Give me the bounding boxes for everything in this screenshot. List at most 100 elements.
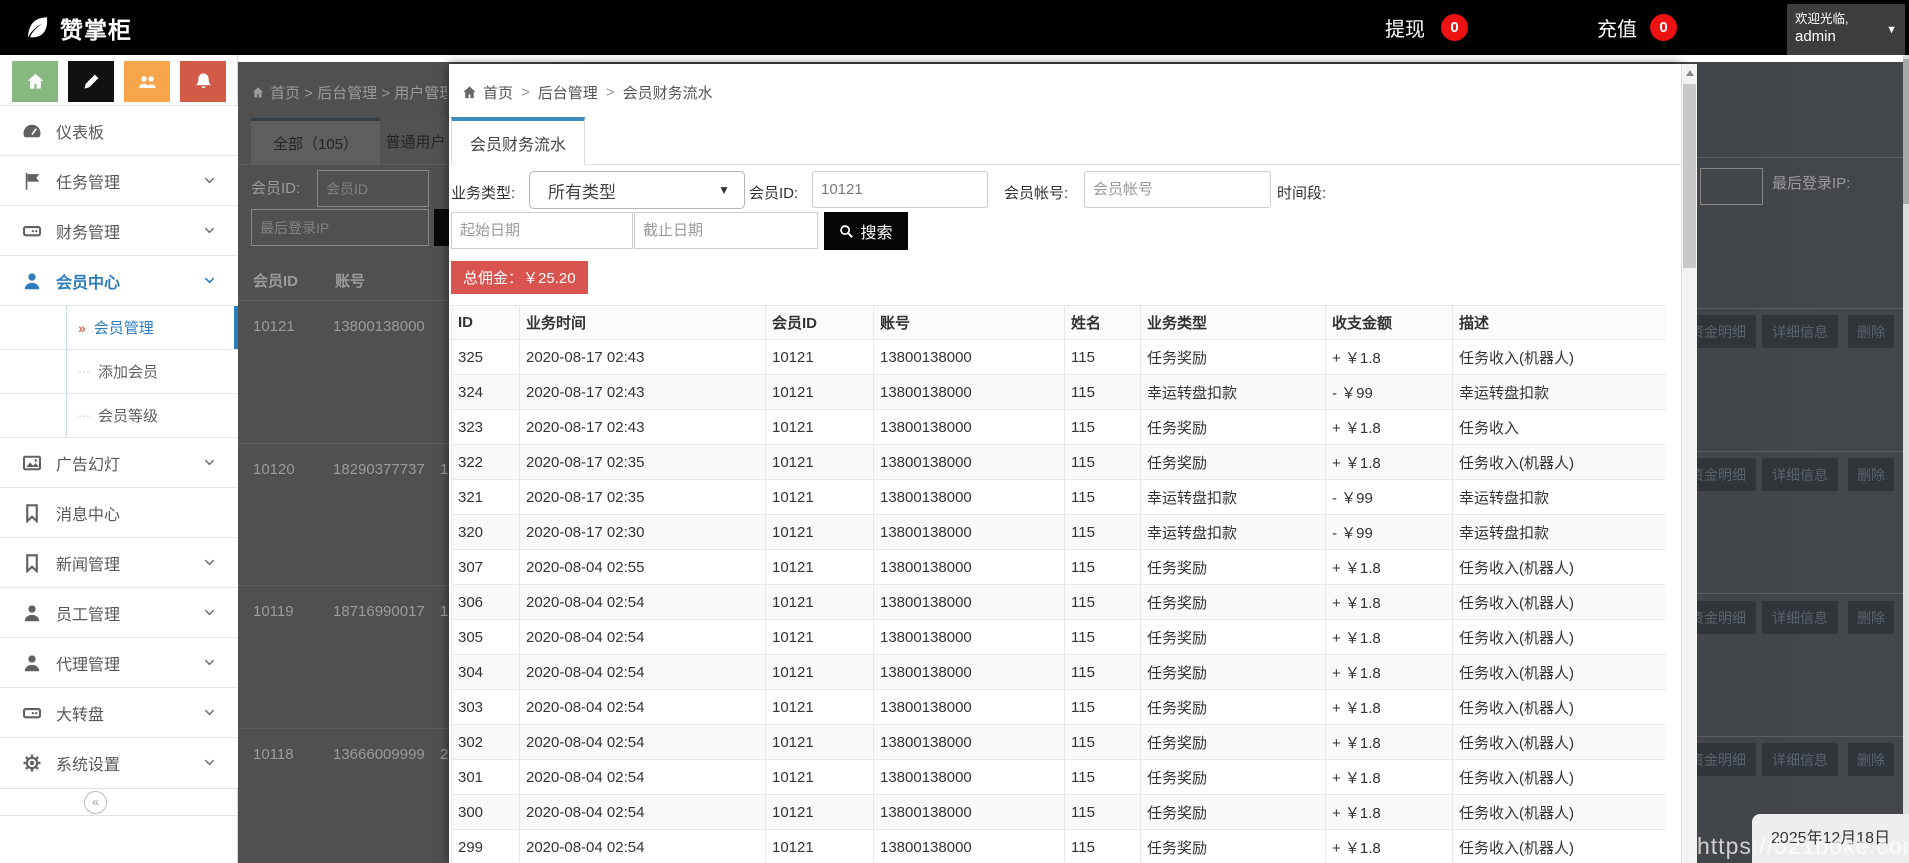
sidebar-item-大转盘[interactable]: 大转盘 — [0, 687, 238, 737]
table-cell: 2020-08-04 02:54 — [520, 585, 766, 620]
table-cell: 2020-08-04 02:54 — [520, 655, 766, 690]
table-cell: + ￥1.8 — [1326, 620, 1453, 655]
background-row-border — [1697, 451, 1903, 452]
page-scrollbar — [1903, 55, 1909, 863]
search-button[interactable]: 搜索 — [824, 212, 908, 250]
sidebar-item-新闻管理[interactable]: 新闻管理 — [0, 537, 238, 587]
table-cell: 13800138000 — [874, 410, 1065, 445]
modal-scrollbar-thumb[interactable] — [1683, 84, 1696, 268]
sidebar-item-会员中心[interactable]: 会员中心 — [0, 255, 238, 305]
home-icon — [26, 72, 45, 91]
table-cell: 10121 — [766, 585, 874, 620]
table-cell: 任务奖励 — [1141, 410, 1326, 445]
site-watermark: https://521boke.com — [1697, 833, 1909, 860]
table-cell: 115 — [1065, 445, 1141, 480]
table-cell: 299 — [452, 830, 520, 863]
chevron-down-icon — [203, 224, 216, 237]
member-finance-modal: 首页 > 后台管理 > 会员财务流水 会员财务流水 业务类型: 所有类型 ▼ 会… — [449, 64, 1681, 863]
table-cell: 302 — [452, 725, 520, 760]
sidebar-subitem-会员管理[interactable]: »会员管理 — [0, 305, 238, 349]
username: admin — [1795, 28, 1882, 47]
table-cell: 115 — [1065, 340, 1141, 375]
table-row: 3042020-08-04 02:541012113800138000115任务… — [452, 655, 1667, 690]
sidebar-item-消息中心[interactable]: 消息中心 — [0, 487, 238, 537]
shortcut-home-button[interactable] — [12, 61, 58, 102]
shortcut-bell-button[interactable] — [180, 61, 226, 102]
sidebar-collapse-button[interactable]: « — [84, 791, 107, 814]
caret-down-icon: ▼ — [1886, 24, 1897, 36]
shortcut-pencil-button[interactable] — [68, 61, 114, 102]
table-cell: 2020-08-17 02:43 — [520, 340, 766, 375]
chevron-down-icon — [203, 174, 216, 187]
sidebar-item-员工管理[interactable]: 员工管理 — [0, 587, 238, 637]
table-row: 2992020-08-04 02:541012113800138000115任务… — [452, 830, 1667, 863]
shortcut-users-button[interactable] — [124, 61, 170, 102]
table-cell: 2020-08-04 02:54 — [520, 760, 766, 795]
table-cell: 115 — [1065, 795, 1141, 830]
sidebar-item-任务管理[interactable]: 任务管理 — [0, 155, 238, 205]
sidebar-item-广告幻灯[interactable]: 广告幻灯 — [0, 437, 238, 487]
member-account-input[interactable] — [1084, 171, 1271, 208]
background-detail-info-button: 详细信息 — [1762, 601, 1838, 634]
table-cell: 320 — [452, 515, 520, 550]
sidebar-item-label: 大转盘 — [56, 701, 104, 725]
table-cell: 任务收入(机器人) — [1453, 550, 1667, 585]
chevron-down-icon — [203, 274, 216, 287]
tab-member-finance[interactable]: 会员财务流水 — [451, 117, 585, 165]
table-cell: 13800138000 — [874, 375, 1065, 410]
sidebar-item-财务管理[interactable]: 财务管理 — [0, 205, 238, 255]
table-cell: 10121 — [766, 515, 874, 550]
table-cell: 任务奖励 — [1141, 655, 1326, 690]
table-cell: 10121 — [766, 760, 874, 795]
user-menu[interactable]: 欢迎光临, admin ▼ — [1787, 4, 1905, 55]
page-scrollbar-thumb[interactable] — [1903, 59, 1909, 204]
gear-icon — [22, 753, 42, 773]
column-header: 业务时间 — [520, 306, 766, 340]
recharge-link[interactable]: 充值 — [1597, 0, 1637, 55]
table-cell: 10121 — [766, 550, 874, 585]
sidebar-item-代理管理[interactable]: 代理管理 — [0, 637, 238, 687]
table-cell: 10121 — [766, 375, 874, 410]
table-row: 3012020-08-04 02:541012113800138000115任务… — [452, 760, 1667, 795]
table-cell: 323 — [452, 410, 520, 445]
table-cell: 任务奖励 — [1141, 620, 1326, 655]
sidebar-subitem-添加会员[interactable]: ⋯添加会员 — [0, 349, 238, 393]
background-search-button — [434, 209, 449, 246]
breadcrumb-item[interactable]: 首页 — [483, 82, 513, 103]
background-cell: 1 — [440, 461, 449, 478]
table-row: 3032020-08-04 02:541012113800138000115任务… — [452, 690, 1667, 725]
member-id-input[interactable] — [812, 171, 988, 208]
start-date-input[interactable] — [451, 212, 633, 249]
table-cell: 任务收入(机器人) — [1453, 585, 1667, 620]
scroll-up-arrow-icon[interactable] — [1686, 70, 1694, 76]
table-cell: 2020-08-04 02:54 — [520, 690, 766, 725]
table-cell: - ￥99 — [1326, 375, 1453, 410]
table-cell: 115 — [1065, 410, 1141, 445]
table-cell: 任务收入(机器人) — [1453, 795, 1667, 830]
background-detail-info-button: 详细信息 — [1762, 458, 1838, 491]
sidebar-item-仪表板[interactable]: 仪表板 — [0, 105, 238, 155]
breadcrumb-item[interactable]: 后台管理 — [538, 82, 598, 103]
table-cell: - ￥99 — [1326, 480, 1453, 515]
end-date-input[interactable] — [634, 212, 818, 249]
business-type-value: 所有类型 — [548, 178, 718, 203]
table-row: 3232020-08-17 02:431012113800138000115任务… — [452, 410, 1667, 445]
finance-table-wrap: ID业务时间会员ID账号姓名业务类型收支金额描述 3252020-08-17 0… — [451, 305, 1666, 863]
business-type-select[interactable]: 所有类型 ▼ — [529, 171, 745, 209]
chevron-down-icon — [203, 706, 216, 719]
breadcrumb-separator: > — [521, 84, 530, 101]
table-cell: 10121 — [766, 725, 874, 760]
table-row: 3202020-08-17 02:301012113800138000115幸运… — [452, 515, 1667, 550]
sidebar-item-系统设置[interactable]: 系统设置 — [0, 737, 238, 787]
table-cell: 10121 — [766, 480, 874, 515]
background-row-border — [1697, 308, 1903, 309]
table-cell: 13800138000 — [874, 690, 1065, 725]
pencil-icon — [82, 72, 101, 91]
background-cell: 1 — [440, 603, 449, 620]
background-tabbar-border — [238, 164, 449, 165]
table-cell: 13800138000 — [874, 480, 1065, 515]
table-cell: + ￥1.8 — [1326, 725, 1453, 760]
withdraw-link[interactable]: 提现 — [1385, 0, 1425, 55]
table-cell: 305 — [452, 620, 520, 655]
sidebar-subitem-会员等级[interactable]: ⋯会员等级 — [0, 393, 238, 437]
